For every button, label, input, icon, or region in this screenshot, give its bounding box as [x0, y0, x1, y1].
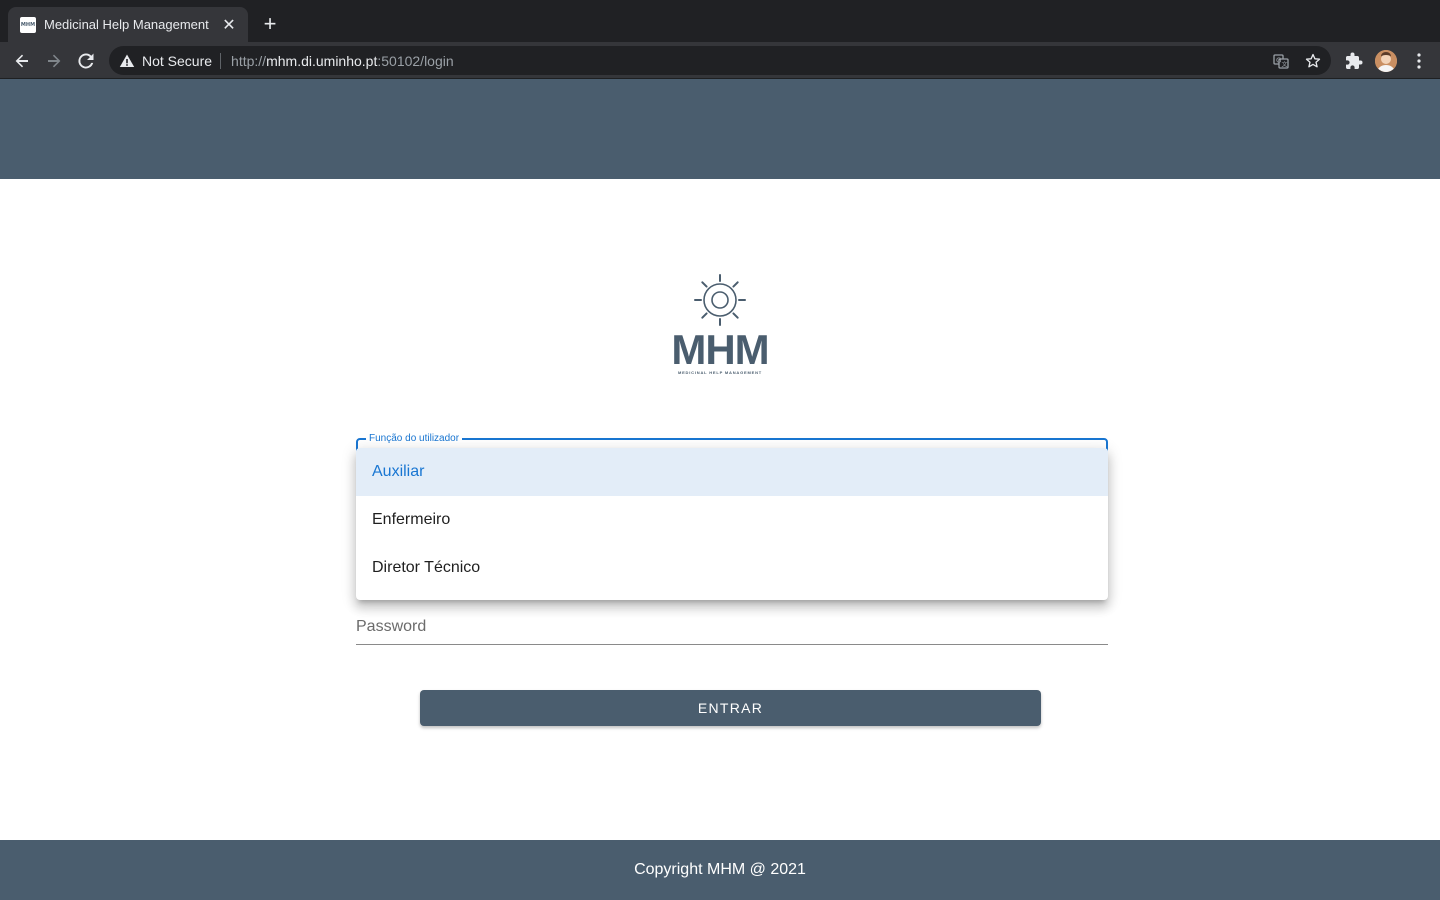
tab-title: Medicinal Help Management	[44, 17, 209, 32]
role-select-label: Função do utilizador	[366, 432, 463, 444]
forward-icon[interactable]	[41, 48, 67, 74]
copyright-text: Copyright MHM @ 2021	[634, 861, 806, 878]
role-option-enfermeiro[interactable]: Enfermeiro	[356, 496, 1108, 544]
url-scheme: http://	[231, 52, 267, 69]
gear-icon	[694, 274, 746, 326]
more-vert-icon[interactable]	[1409, 50, 1429, 72]
enter-button[interactable]: ENTRAR	[420, 690, 1041, 726]
url-host: mhm.di.uminho.pt	[266, 52, 378, 69]
reload-icon[interactable]	[73, 48, 99, 74]
translate-icon[interactable]: G文	[1272, 52, 1290, 70]
logo-subtitle: MEDICINAL HELP MANAGEMENT	[677, 370, 763, 375]
password-label: Password	[356, 618, 427, 635]
back-icon[interactable]	[9, 48, 35, 74]
app-footer: Copyright MHM @ 2021	[0, 840, 1440, 900]
avatar[interactable]	[1375, 50, 1397, 72]
browser-tab[interactable]: MHM Medicinal Help Management ✕	[8, 7, 248, 42]
star-icon[interactable]	[1304, 52, 1322, 70]
svg-text:文: 文	[1282, 61, 1288, 69]
logo-text: MHM	[671, 326, 769, 373]
url-text[interactable]: http://mhm.di.uminho.pt:50102/login	[231, 53, 454, 69]
close-tab-icon[interactable]: ✕	[220, 16, 238, 34]
puzzle-icon[interactable]	[1344, 51, 1364, 71]
address-bar[interactable]: Not Secure http://mhm.di.uminho.pt:50102…	[109, 46, 1331, 75]
app-header	[0, 79, 1440, 179]
browser-toolbar: Not Secure http://mhm.di.uminho.pt:50102…	[0, 42, 1440, 79]
role-dropdown-menu: Auxiliar Enfermeiro Diretor Técnico	[356, 448, 1108, 600]
new-tab-button[interactable]: +	[258, 11, 282, 36]
browser-tabstrip: MHM Medicinal Help Management ✕ +	[0, 0, 1440, 42]
omnibox-divider	[220, 52, 222, 69]
role-option-diretor-tecnico[interactable]: Diretor Técnico	[356, 544, 1108, 592]
favicon-icon: MHM	[20, 16, 36, 33]
warning-icon[interactable]	[119, 53, 135, 69]
role-option-auxiliar[interactable]: Auxiliar	[356, 448, 1108, 496]
password-field[interactable]: Password	[356, 610, 1108, 645]
url-path: :50102/login	[377, 52, 454, 69]
security-label[interactable]: Not Secure	[142, 53, 212, 69]
mhm-logo: MHM MEDICINAL HELP MANAGEMENT	[665, 273, 775, 379]
